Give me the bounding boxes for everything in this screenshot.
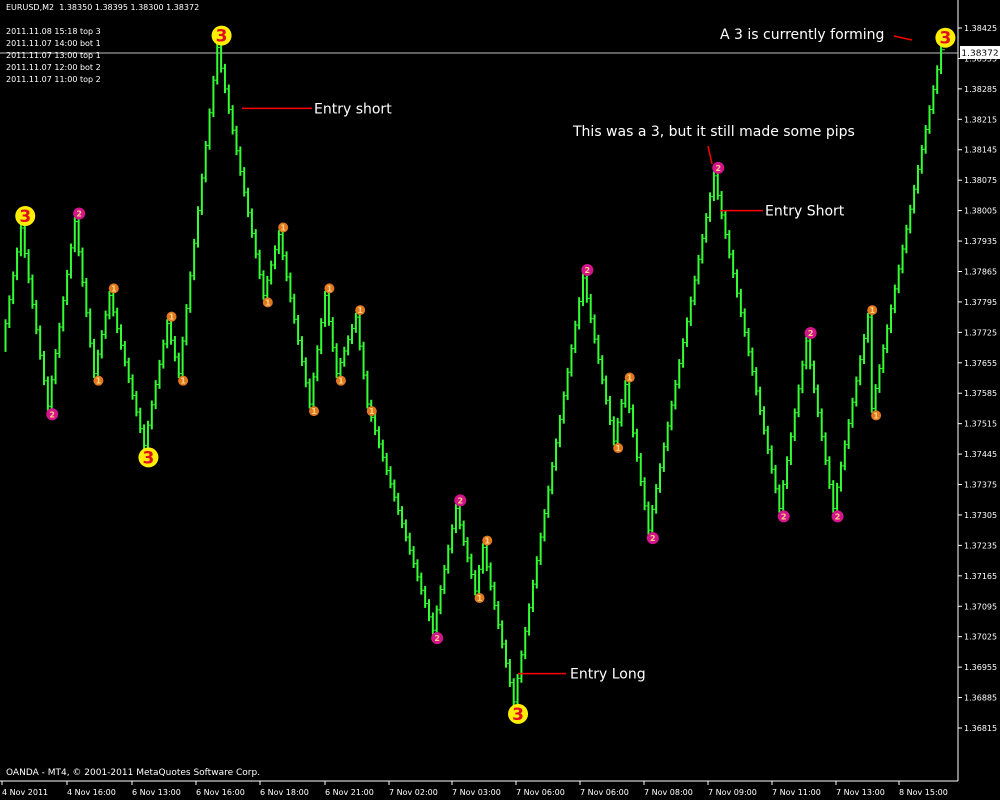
x-tick-label: 7 Nov 13:00 — [836, 788, 885, 797]
x-tick-label: 8 Nov 15:00 — [899, 788, 948, 797]
x-tick-label: 7 Nov 09:00 — [708, 788, 757, 797]
wave-marker-label: 1 — [338, 377, 344, 386]
wave-marker-label: 2 — [835, 512, 841, 521]
wave-marker-label: 1 — [627, 374, 633, 383]
wave-marker-label: 2 — [715, 164, 721, 173]
y-tick-label: 1.38215 — [964, 115, 997, 124]
y-tick-label: 1.37305 — [964, 511, 997, 520]
y-tick-label: 1.37375 — [964, 481, 997, 490]
y-tick-label: 1.37585 — [964, 389, 997, 398]
wave-marker-label: 1 — [280, 224, 286, 233]
wave-marker-label: 1 — [327, 284, 333, 293]
price-axis-ticks: 1.38425 1.38355 1.38285 1.38215 1.38145 1.380… — [958, 24, 997, 733]
wave-marker-label: 1 — [96, 377, 102, 386]
annotation-label: Entry Short — [765, 204, 845, 220]
renko-bars — [4, 43, 945, 707]
annotation-label: A 3 is currently forming — [720, 27, 884, 43]
y-tick-label: 1.38075 — [964, 176, 997, 185]
x-tick-label: 7 Nov 03:00 — [452, 788, 501, 797]
wave-marker-label: 3 — [143, 448, 155, 468]
annotation-label: Entry short — [314, 101, 392, 117]
x-tick-label: 6 Nov 16:00 — [196, 788, 245, 797]
annotation-label: Entry Long — [570, 667, 646, 683]
wave-marker-label: 1 — [369, 407, 375, 416]
x-tick-label: 7 Nov 06:00 — [516, 788, 565, 797]
wave-marker-label: 1 — [873, 411, 879, 420]
x-tick-label: 6 Nov 18:00 — [260, 788, 309, 797]
wave-marker-label: 3 — [939, 29, 951, 49]
wave-marker-label: 2 — [781, 512, 787, 521]
wave-marker-label: 1 — [169, 313, 175, 322]
chart-canvas: 1.38372 1.384251.383551.382851.382151.38… — [0, 0, 1000, 797]
y-tick-label: 1.37795 — [964, 298, 997, 307]
y-tick-label: 1.37095 — [964, 602, 997, 611]
x-tick-label: 7 Nov 08:00 — [644, 788, 693, 797]
wave-marker-label: 2 — [434, 634, 440, 643]
y-tick-label: 1.36815 — [964, 724, 997, 733]
wave-marker-label: 1 — [615, 444, 621, 453]
wave-marker-label: 2 — [585, 266, 591, 275]
copyright-label: OANDA - MT4, © 2001-2011 MetaQuotes Soft… — [6, 768, 261, 778]
x-tick-label: 4 Nov 16:00 — [67, 788, 116, 797]
signal-log-row: 2011.11.07 12:00 bot 2 — [6, 63, 101, 72]
y-tick-label: 1.38005 — [964, 207, 997, 216]
signal-log-row: 2011.11.07 14:00 bot 1 — [6, 39, 101, 48]
annotations: Entry short Entry Short Entry Long This was… — [242, 27, 913, 683]
wave-marker-label: 2 — [49, 410, 55, 419]
y-tick-label: 1.38285 — [964, 85, 997, 94]
x-tick-label: 6 Nov 21:00 — [325, 788, 374, 797]
signal-log-row: 2011.11.07 11:00 top 2 — [6, 75, 101, 84]
y-tick-label: 1.36955 — [964, 663, 997, 672]
x-tick-label: 7 Nov 06:00 — [580, 788, 629, 797]
y-tick-label: 1.37725 — [964, 328, 997, 337]
signal-log-row: 2011.11.08 15:18 top 3 — [6, 27, 101, 36]
wave-marker-label: 3 — [19, 207, 31, 227]
y-tick-label: 1.38145 — [964, 146, 997, 155]
wave-marker-label: 3 — [512, 705, 524, 725]
annotation-label: This was a 3, but it still made some pip… — [572, 124, 855, 140]
wave-marker-label: 1 — [484, 537, 490, 546]
x-tick-label: 7 Nov 02:00 — [389, 788, 438, 797]
annotation-pointer — [707, 145, 713, 165]
wave-marker-label: 3 — [216, 27, 228, 47]
y-tick-label: 1.36885 — [964, 694, 997, 703]
y-tick-label: 1.37935 — [964, 237, 997, 246]
y-tick-label: 1.37025 — [964, 633, 997, 642]
x-tick-label: 4 Nov 2011 — [2, 788, 48, 797]
x-tick-label: 6 Nov 13:00 — [132, 788, 181, 797]
x-tick-label: 7 Nov 11:00 — [772, 788, 821, 797]
y-tick-label: 1.37655 — [964, 359, 997, 368]
wave-marker-label: 2 — [76, 209, 82, 218]
ohlc-label: 1.38350 1.38395 1.38300 1.38372 — [59, 3, 200, 12]
wave-marker-label: 2 — [458, 496, 464, 505]
signal-log-row: 2011.11.07 13:00 top 1 — [6, 51, 101, 60]
y-tick-label: 1.37165 — [964, 572, 997, 581]
y-tick-label: 1.37445 — [964, 450, 997, 459]
wave-marker-label: 1 — [311, 407, 317, 416]
y-tick-label: 1.37515 — [964, 420, 997, 429]
wave-marker-label: 1 — [869, 306, 875, 315]
y-tick-label: 1.37865 — [964, 267, 997, 276]
symbol-label: EURUSD,M2 — [6, 3, 55, 12]
wave-marker-label: 1 — [477, 594, 483, 603]
chart-header: EURUSD,M2 1.38350 1.38395 1.38300 1.3837… — [6, 3, 199, 12]
time-axis-ticks: 4 Nov 2011 4 Nov 16:00 6 Nov 13:00 6 Nov 16… — [1, 781, 948, 797]
wave-marker-label: 1 — [357, 306, 363, 315]
wave-marker-label: 2 — [650, 534, 656, 543]
wave-marker-label: 1 — [111, 284, 117, 293]
y-tick-label: 1.38355 — [964, 54, 997, 63]
wave-marker-label: 2 — [808, 329, 814, 338]
y-tick-label: 1.37235 — [964, 541, 997, 550]
wave-marker-label: 1 — [180, 377, 186, 386]
wave-marker-label: 1 — [265, 298, 271, 307]
y-tick-label: 1.38425 — [964, 24, 997, 33]
annotation-pointer — [893, 35, 913, 41]
